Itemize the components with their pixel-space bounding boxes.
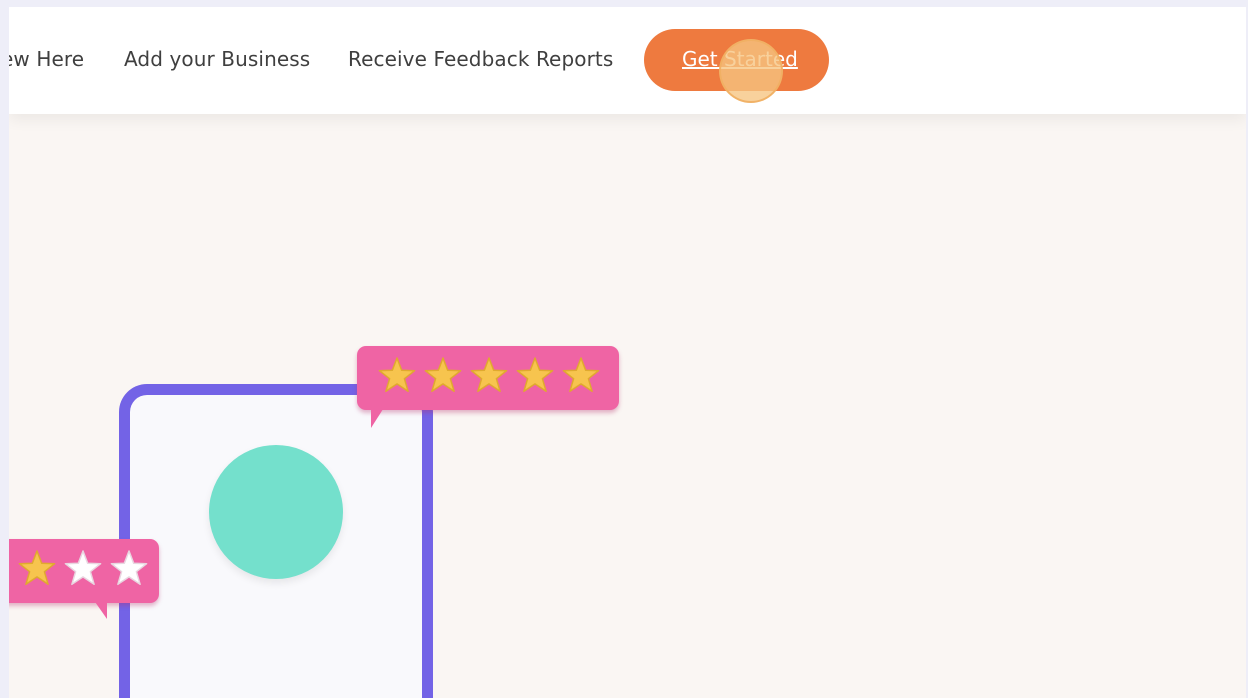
star-filled-icon xyxy=(516,357,554,393)
star-empty-icon xyxy=(64,550,102,586)
hero-illustration xyxy=(9,114,1246,698)
star-rating xyxy=(377,356,601,396)
star-empty-icon xyxy=(110,550,148,586)
navbar: ew Here Add your Business Receive Feedba… xyxy=(9,7,1246,114)
star-filled-icon xyxy=(562,357,600,393)
star-filled-icon xyxy=(18,550,56,586)
avatar-circle xyxy=(209,445,343,579)
get-started-button[interactable]: Get Started xyxy=(644,29,829,91)
get-started-label: Get Started xyxy=(682,47,798,71)
star-filled-icon xyxy=(470,357,508,393)
review-bubble-five-stars xyxy=(357,346,619,428)
web-page: ew Here Add your Business Receive Feedba… xyxy=(9,7,1246,698)
star-filled-icon xyxy=(378,357,416,393)
star-rating xyxy=(17,549,149,589)
bubble-tail xyxy=(93,599,107,619)
nav-link-feedback-reports[interactable]: Receive Feedback Reports xyxy=(348,47,613,71)
star-filled-icon xyxy=(424,357,462,393)
nav-link-add-business[interactable]: Add your Business xyxy=(124,47,310,71)
review-bubble-partial-stars xyxy=(9,539,159,619)
bubble-tail xyxy=(371,406,385,428)
nav-link-review-here[interactable]: ew Here xyxy=(9,47,84,71)
